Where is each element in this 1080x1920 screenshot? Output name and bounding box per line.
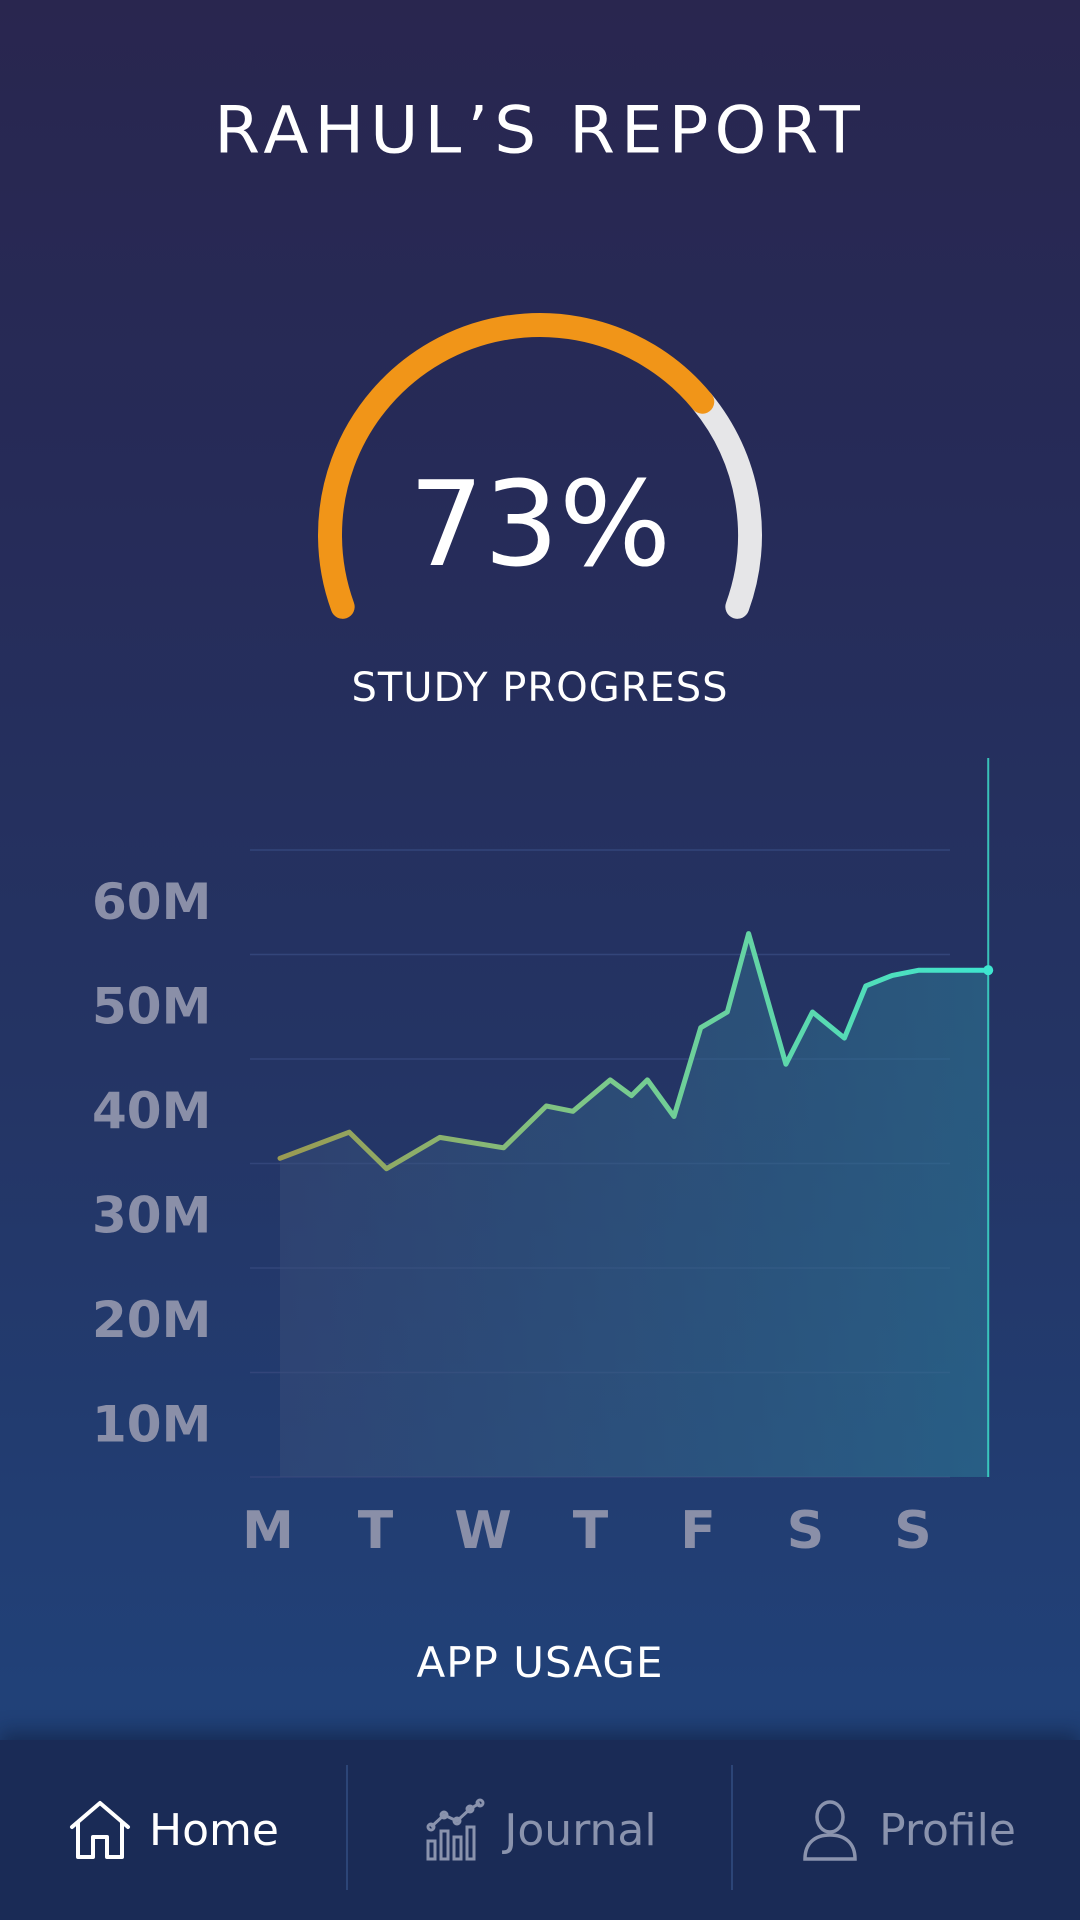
y-tick-label: 20M bbox=[92, 1291, 211, 1349]
x-tick-label: S bbox=[894, 1501, 931, 1561]
tab-home-label: Home bbox=[149, 1804, 279, 1856]
report-screen: RAHUL’S REPORT 73% STUDY PROGRESS 60M 50M… bbox=[0, 0, 1080, 1920]
tab-profile-label: Profile bbox=[879, 1804, 1016, 1856]
chart-icon bbox=[422, 1797, 488, 1863]
user-icon bbox=[797, 1797, 863, 1863]
gauge-value: 73% bbox=[408, 455, 672, 593]
y-tick-label: 60M bbox=[92, 873, 211, 931]
current-point bbox=[983, 965, 994, 976]
app-usage-chart: 60M50M40M30M20M10M MTWTFSS bbox=[92, 758, 994, 1561]
bottom-tab-bar: Home Journal Profile bbox=[0, 1740, 1080, 1920]
page-title: RAHUL’S REPORT bbox=[214, 92, 866, 169]
y-tick-label: 10M bbox=[92, 1396, 211, 1454]
y-tick-label: 30M bbox=[92, 1187, 211, 1245]
chart-area-layer bbox=[277, 758, 994, 1477]
y-tick-label: 40M bbox=[92, 1082, 211, 1140]
x-tick-label: T bbox=[358, 1501, 394, 1561]
tab-journal[interactable]: Journal bbox=[346, 1740, 733, 1920]
x-tick-label: S bbox=[787, 1501, 824, 1561]
home-icon bbox=[67, 1797, 133, 1863]
x-tick-label: T bbox=[573, 1501, 609, 1561]
y-axis-ticks: 60M 50M 40M 30M 20M 10M bbox=[92, 873, 211, 1454]
tab-home[interactable]: Home bbox=[0, 1740, 346, 1920]
x-tick-label: W bbox=[454, 1501, 511, 1561]
x-axis-ticks: MTWTFSS bbox=[242, 1501, 932, 1561]
chart-label: APP USAGE bbox=[416, 1638, 664, 1687]
gauge-label: STUDY PROGRESS bbox=[351, 665, 729, 711]
tab-profile[interactable]: Profile bbox=[733, 1740, 1080, 1920]
x-tick-label: M bbox=[242, 1501, 294, 1561]
x-tick-label: F bbox=[680, 1501, 716, 1561]
y-tick-label: 50M bbox=[92, 978, 211, 1036]
tab-journal-label: Journal bbox=[504, 1804, 657, 1856]
tab-divider bbox=[346, 1765, 348, 1890]
usage-area bbox=[280, 933, 989, 1477]
